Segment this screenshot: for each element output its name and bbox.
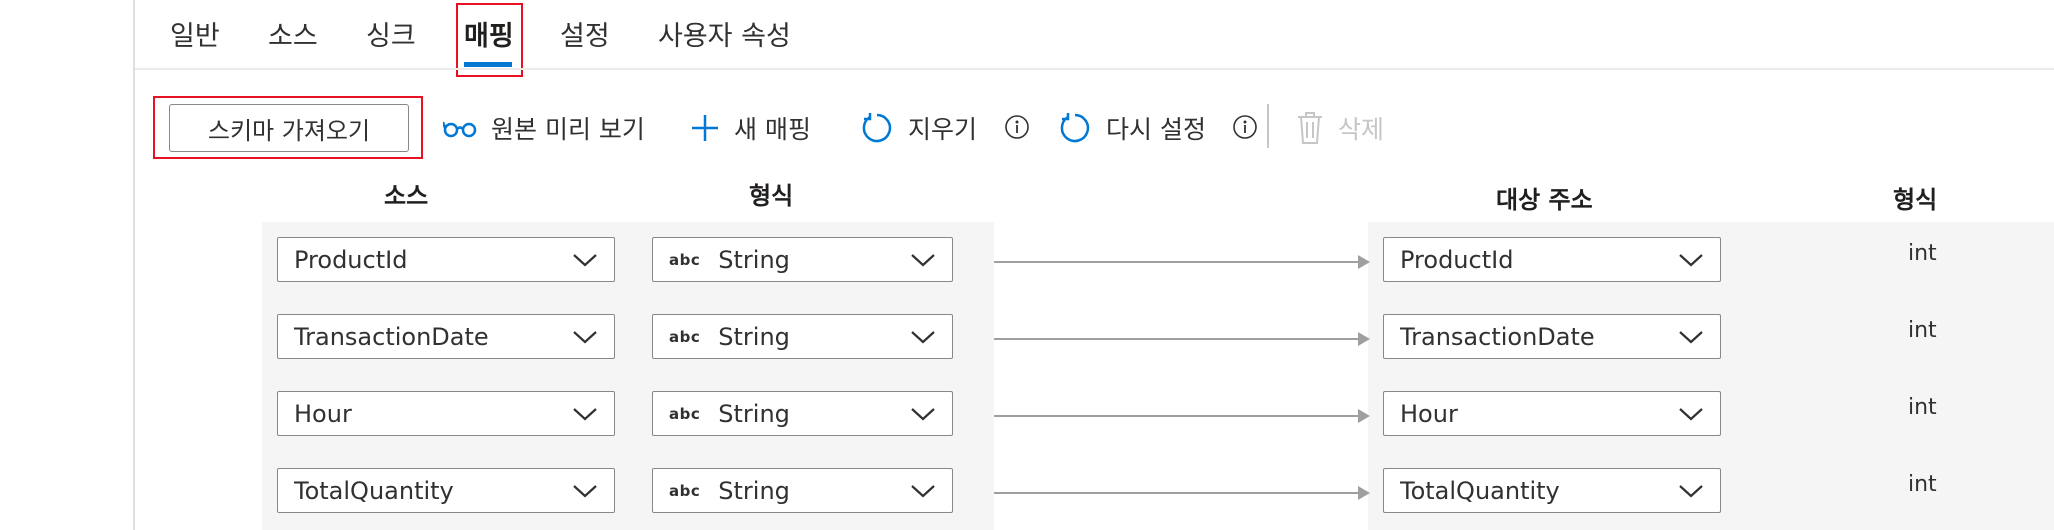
chevron-down-icon xyxy=(911,253,935,266)
tab-user-properties[interactable]: 사용자 속성 xyxy=(658,14,791,53)
tab-sink[interactable]: 싱크 xyxy=(366,14,416,53)
preview-source-label: 원본 미리 보기 xyxy=(491,115,645,144)
reset-label: 다시 설정 xyxy=(1106,115,1206,144)
info-icon[interactable] xyxy=(1232,114,1258,140)
chevron-down-icon xyxy=(573,330,597,343)
destination-type-value: int xyxy=(1908,472,1937,497)
chevron-down-icon xyxy=(1679,407,1703,420)
trash-icon xyxy=(1296,111,1324,145)
chevron-down-icon xyxy=(1679,484,1703,497)
source-column-dropdown[interactable]: Hour xyxy=(277,391,615,436)
arrow-head-icon xyxy=(1358,409,1370,423)
destination-column-dropdown[interactable]: TotalQuantity xyxy=(1383,468,1721,513)
chevron-down-icon xyxy=(911,407,935,420)
import-schema-highlight-box xyxy=(153,96,423,159)
chevron-down-icon xyxy=(573,253,597,266)
column-header-destination-type: 형식 xyxy=(1893,186,1938,214)
refresh-icon xyxy=(1058,111,1092,145)
delete-label: 삭제 xyxy=(1338,115,1385,144)
mapping-arrow xyxy=(994,415,1366,417)
toolbar-separator xyxy=(1267,104,1269,148)
tab-bar-divider xyxy=(135,68,2054,70)
tab-settings[interactable]: 설정 xyxy=(560,14,610,53)
new-mapping-button[interactable]: 새 매핑 xyxy=(690,104,811,152)
clear-button[interactable]: 지우기 xyxy=(860,104,977,152)
destination-column-dropdown[interactable]: TransactionDate xyxy=(1383,314,1721,359)
destination-column-dropdown[interactable]: ProductId xyxy=(1383,237,1721,282)
tab-general[interactable]: 일반 xyxy=(170,14,220,53)
arrow-head-icon xyxy=(1358,332,1370,346)
source-column-dropdown[interactable]: TransactionDate xyxy=(277,314,615,359)
column-header-source: 소스 xyxy=(384,182,429,210)
destination-column-dropdown[interactable]: Hour xyxy=(1383,391,1721,436)
source-column-dropdown[interactable]: ProductId xyxy=(277,237,615,282)
plus-icon xyxy=(690,113,720,143)
source-column-dropdown[interactable]: TotalQuantity xyxy=(277,468,615,513)
chevron-down-icon xyxy=(1679,330,1703,343)
chevron-down-icon xyxy=(573,407,597,420)
source-type-dropdown[interactable]: abc String xyxy=(652,314,953,359)
chevron-down-icon xyxy=(911,484,935,497)
column-header-source-type: 형식 xyxy=(749,182,794,210)
arrow-head-icon xyxy=(1358,486,1370,500)
reset-button[interactable]: 다시 설정 xyxy=(1058,104,1206,152)
mapping-arrow xyxy=(994,338,1366,340)
column-header-destination: 대상 주소 xyxy=(1496,186,1593,214)
clear-label: 지우기 xyxy=(908,115,978,144)
new-mapping-label: 새 매핑 xyxy=(734,115,811,144)
refresh-icon xyxy=(860,111,894,145)
destination-type-value: int xyxy=(1908,318,1937,343)
mapping-arrow xyxy=(994,261,1366,263)
preview-source-button[interactable]: 원본 미리 보기 xyxy=(443,104,645,152)
source-type-dropdown[interactable]: abc String xyxy=(652,237,953,282)
destination-type-value: int xyxy=(1908,241,1937,266)
chevron-down-icon xyxy=(911,330,935,343)
tab-source[interactable]: 소스 xyxy=(268,14,318,53)
chevron-down-icon xyxy=(573,484,597,497)
tab-highlight-box xyxy=(456,3,523,77)
source-type-dropdown[interactable]: abc String xyxy=(652,468,953,513)
left-divider xyxy=(133,0,135,530)
glasses-icon xyxy=(443,118,477,138)
destination-type-value: int xyxy=(1908,395,1937,420)
chevron-down-icon xyxy=(1679,253,1703,266)
mapping-arrow xyxy=(994,492,1366,494)
arrow-head-icon xyxy=(1358,255,1370,269)
info-icon[interactable] xyxy=(1004,114,1030,140)
source-type-dropdown[interactable]: abc String xyxy=(652,391,953,436)
delete-button[interactable]: 삭제 xyxy=(1296,104,1384,152)
